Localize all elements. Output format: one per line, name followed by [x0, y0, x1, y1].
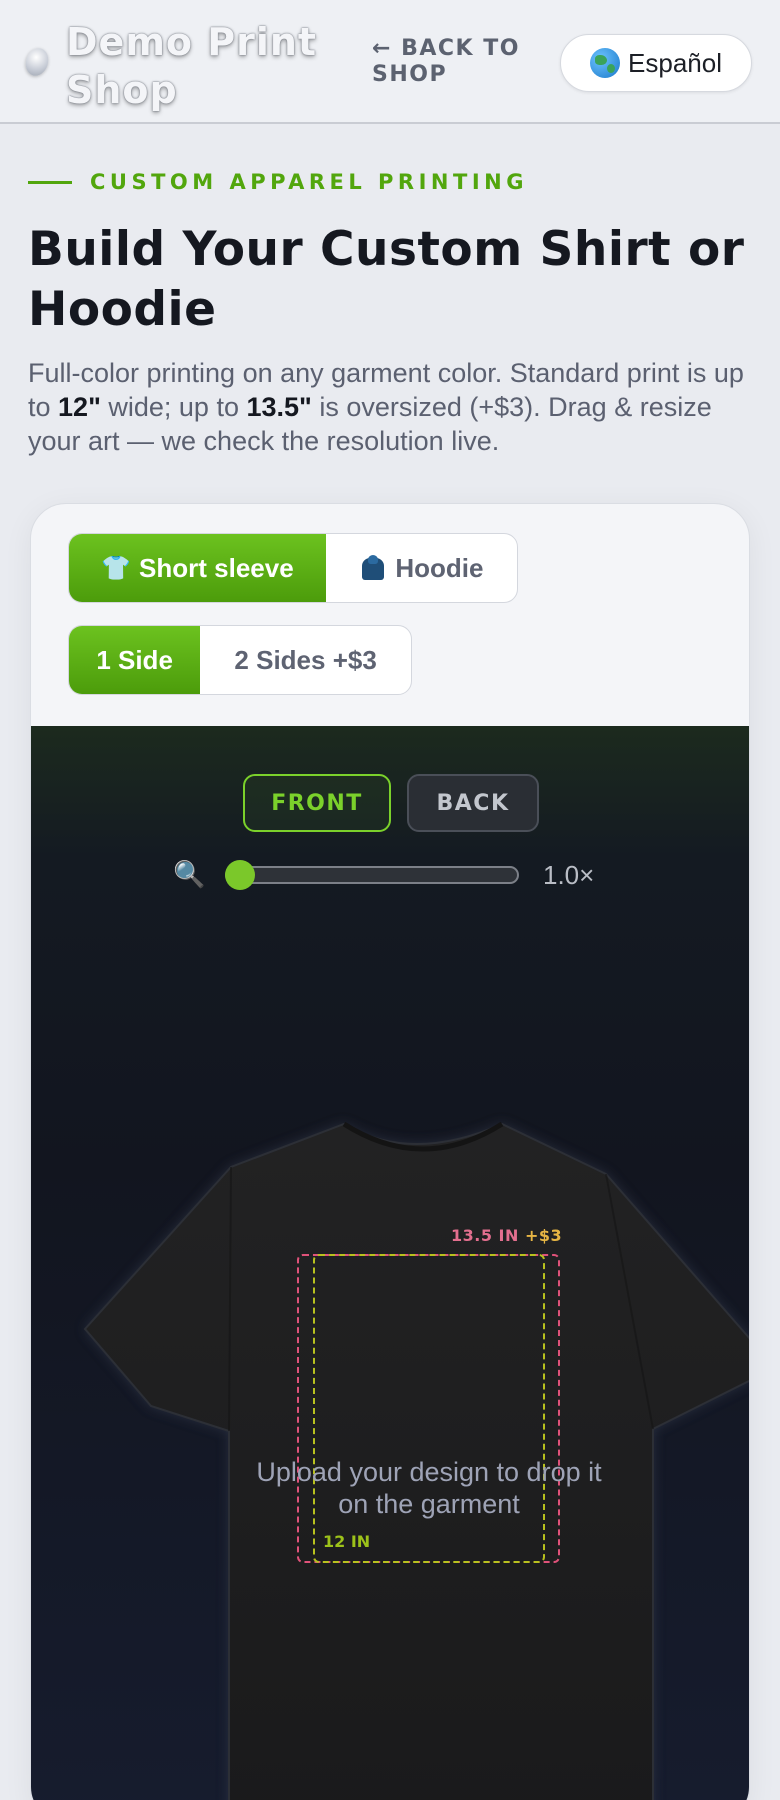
description-text-2: wide; up to	[100, 392, 247, 422]
hoodie-icon	[359, 554, 387, 582]
garment-option-label: Short sleeve	[139, 552, 294, 583]
garment-option-short-sleeve[interactable]: 👕 Short sleeve	[69, 534, 326, 602]
sides-selector: 1 Side 2 Sides +$3	[68, 625, 412, 695]
garment-selector: 👕 Short sleeve Hoodie	[68, 533, 518, 603]
eyebrow: CUSTOM APPAREL PRINTING	[28, 170, 528, 194]
oversize-label: 13.5 IN +$3	[451, 1226, 562, 1245]
oversize-size: 13.5 IN	[451, 1226, 519, 1245]
oversize-price: +$3	[524, 1226, 563, 1245]
language-label: Español	[628, 47, 722, 78]
globe-icon	[590, 48, 621, 78]
builder-card: 👕 Short sleeve Hoodie 1 Side 2 Sides +$3…	[30, 503, 750, 1800]
page-title: Build Your Custom Shirt or Hoodie	[28, 222, 745, 337]
eyebrow-line	[28, 180, 72, 184]
shirt-icon: 👕	[101, 554, 132, 582]
back-to-shop-link[interactable]: ← BACK TO SHOP	[372, 36, 542, 88]
design-stage: FRONT BACK 🔍 1.0× 13.5 IN +$3 12 IN Uplo…	[31, 726, 749, 1800]
logo-icon[interactable]	[22, 45, 52, 79]
standard-size-label: 12 IN	[323, 1532, 371, 1551]
shop-logo-text[interactable]: Demo Print Shop	[66, 18, 336, 114]
upload-hint[interactable]: Upload your design to drop it on the gar…	[247, 1456, 611, 1520]
language-button[interactable]: Español	[560, 34, 752, 92]
garment-option-hoodie[interactable]: Hoodie	[326, 534, 517, 602]
description-bold-2: 13.5"	[246, 392, 312, 422]
sides-option-two[interactable]: 2 Sides +$3	[200, 626, 411, 694]
garment-option-label: Hoodie	[395, 552, 484, 583]
sides-option-one[interactable]: 1 Side	[69, 626, 201, 694]
eyebrow-text: CUSTOM APPAREL PRINTING	[90, 170, 528, 194]
description-bold-1: 12"	[58, 392, 101, 422]
site-header: Demo Print Shop ← BACK TO SHOP Español	[0, 0, 780, 124]
page-description: Full-color printing on any garment color…	[28, 356, 758, 458]
